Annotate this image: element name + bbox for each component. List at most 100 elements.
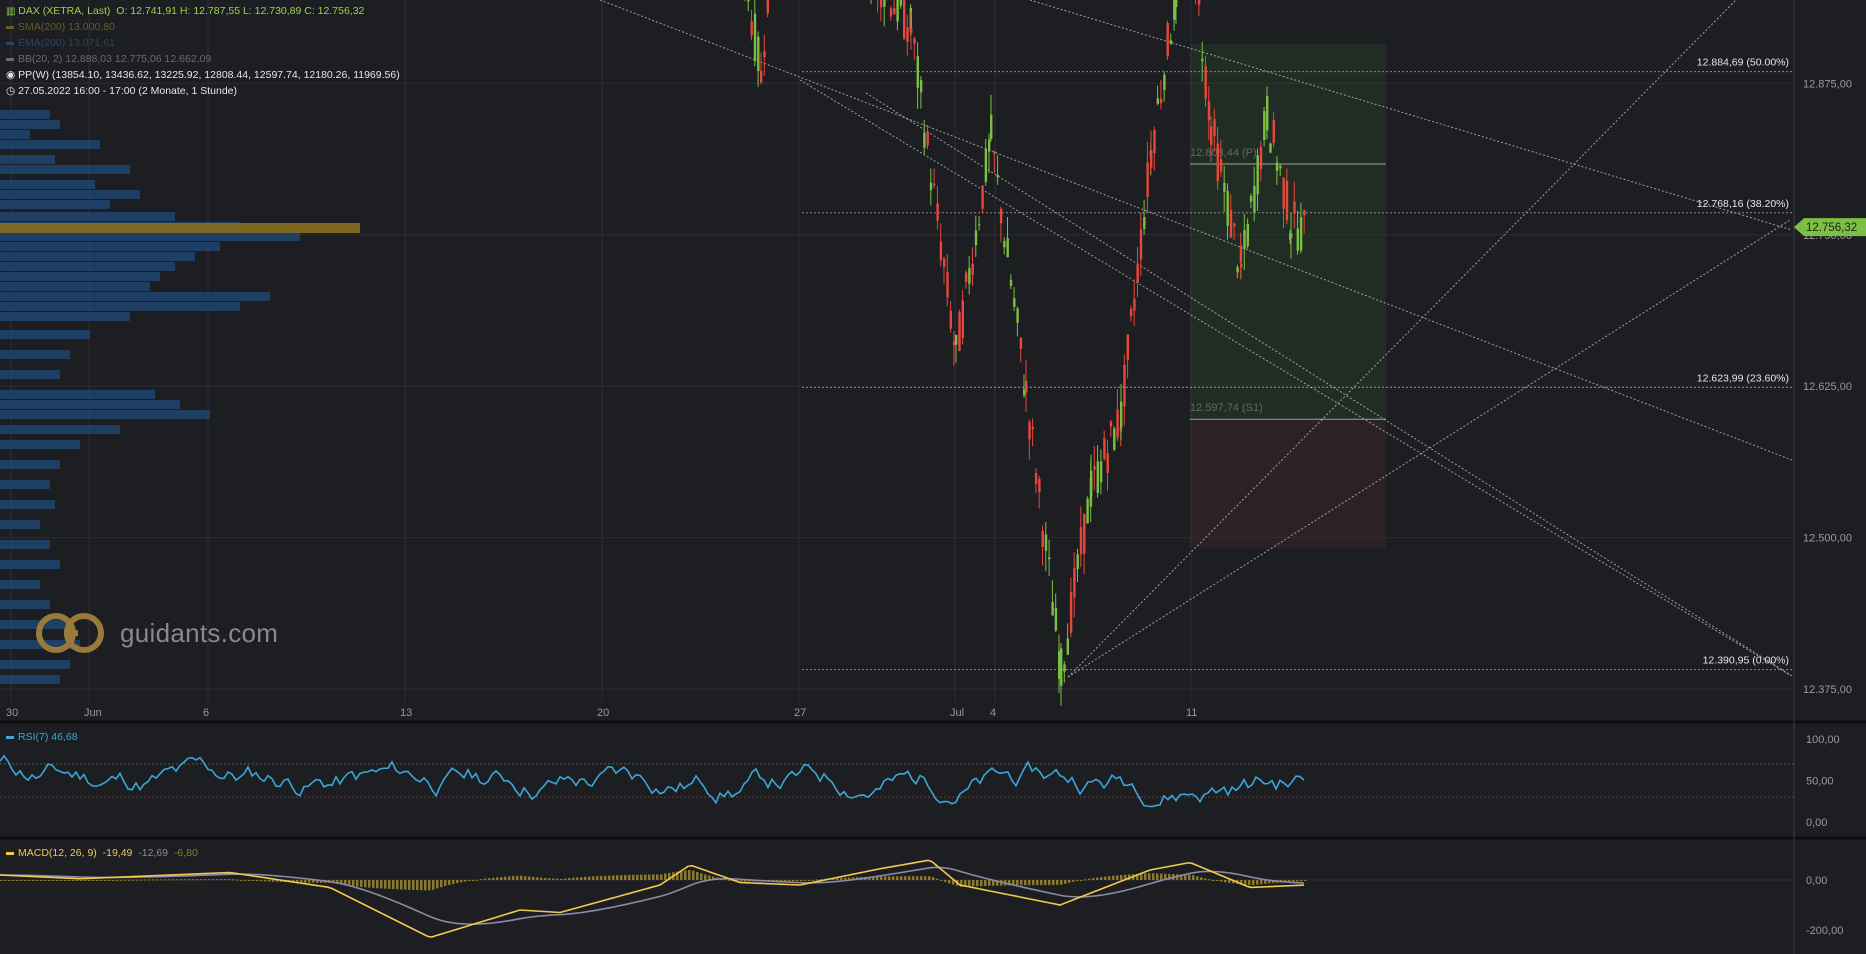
volume-profile-bar [0, 480, 50, 489]
macd-histogram-bar [192, 879, 195, 881]
macd-histogram-bar [808, 880, 811, 881]
macd-histogram-bar [216, 879, 219, 881]
candle [1159, 98, 1163, 104]
candle [1272, 120, 1275, 143]
rsi-legend[interactable]: RSI(7) 46,68 [6, 731, 78, 743]
macd-histogram-bar [436, 880, 439, 889]
candle [946, 272, 949, 298]
chart-background [0, 0, 1866, 954]
macd-histogram-bar [796, 880, 799, 882]
macd-histogram-bar [448, 880, 451, 885]
candle [1113, 428, 1116, 450]
instrument-line: ▥ DAX (XETRA, Last) O: 12.741,91 H: 12.7… [6, 4, 364, 19]
candle [1003, 241, 1006, 248]
macd-histogram-bar [932, 877, 935, 880]
macd-histogram-bar [88, 880, 91, 881]
fibonacci-label: 12.623,99 (23.60%) [1697, 372, 1789, 384]
macd-histogram-bar [480, 879, 483, 881]
macd-histogram-bar [640, 874, 643, 880]
macd-histogram-bar [128, 879, 131, 881]
macd-histogram-bar [304, 880, 307, 883]
volume-profile-bar [0, 330, 90, 339]
macd-histogram-bar [1024, 880, 1027, 886]
macd-histogram-bar [508, 876, 511, 880]
macd-histogram-bar [268, 880, 271, 882]
macd-histogram-bar [196, 879, 199, 881]
macd-hist-value: -6,80 [173, 847, 198, 859]
macd-histogram-bar [1096, 877, 1099, 880]
macd-histogram-bar [1092, 878, 1095, 880]
macd-histogram-bar [700, 873, 703, 880]
macd-histogram-bar [476, 879, 479, 881]
macd-histogram-bar [788, 880, 791, 882]
macd-histogram-bar [1032, 880, 1035, 886]
candle [964, 272, 968, 282]
price-chart[interactable]: 13.500,0013.375,0013.250,0013.125,0013.0… [0, 0, 1866, 954]
macd-histogram-bar [1196, 876, 1199, 880]
macd-histogram-bar [980, 880, 983, 887]
candle [1269, 143, 1272, 153]
macd-histogram-bar [800, 880, 803, 882]
volume-profile-bar [0, 370, 60, 379]
macd-histogram-bar [1076, 880, 1079, 881]
macd-histogram-bar [1300, 880, 1303, 882]
volume-profile-bar [0, 120, 60, 129]
volume-profile-bar [0, 252, 195, 261]
watermark-text: guidants.com [120, 617, 279, 648]
macd-histogram-bar [204, 879, 207, 881]
volume-profile-bar [0, 292, 270, 301]
ema-legend[interactable]: EMA(200) 13.071,61 [6, 36, 115, 50]
macd-histogram-bar [104, 880, 107, 881]
macd-histogram-bar [988, 880, 991, 886]
macd-histogram-bar [560, 878, 563, 880]
x-tick-label: Jun [84, 707, 102, 719]
candle [1016, 308, 1019, 323]
candle [1169, 40, 1173, 44]
candle [766, 0, 769, 14]
candle [1210, 126, 1213, 145]
macd-histogram-bar [400, 880, 403, 890]
candle [1175, 0, 1178, 8]
macd-histogram-bar [200, 879, 203, 881]
macd-legend[interactable]: MACD(12, 26, 9) -19,49 -12,69 -6,80 [6, 847, 198, 859]
candle [1249, 195, 1253, 202]
candle [1266, 95, 1269, 131]
volume-profile-bar [0, 242, 220, 251]
macd-histogram-bar [420, 880, 423, 891]
macd-histogram-bar [504, 876, 507, 880]
candle [1299, 217, 1303, 251]
macd-histogram-bar [60, 880, 63, 881]
macd-histogram-bar [512, 876, 515, 880]
macd-histogram-bar [356, 880, 359, 887]
candle [1069, 592, 1073, 633]
macd-histogram-bar [228, 879, 231, 881]
fibonacci-label: 12.884,69 (50.00%) [1697, 57, 1789, 69]
macd-histogram-bar [1228, 880, 1231, 883]
candle [747, 0, 750, 2]
candle [1096, 461, 1099, 493]
macd-histogram-bar [396, 880, 399, 890]
macd-histogram-bar [928, 876, 931, 880]
macd-histogram-bar [684, 870, 687, 880]
macd-histogram-bar [224, 879, 227, 881]
candle [1044, 534, 1048, 551]
macd-histogram-bar [220, 879, 223, 881]
macd-histogram-bar [1100, 877, 1103, 880]
macd-histogram-bar [232, 879, 235, 881]
candle [889, 8, 893, 17]
volume-profile-bar [0, 560, 60, 569]
bb-legend[interactable]: BB(20, 2) 12.888,03 12.775,06 12.662,09 [6, 52, 211, 66]
macd-histogram-bar [352, 880, 355, 887]
macd-histogram-bar [1256, 880, 1259, 885]
macd-histogram-bar [20, 880, 23, 881]
macd-histogram-bar [1152, 873, 1155, 880]
y-tick-label: 12.625,00 [1803, 381, 1852, 393]
candle [753, 13, 757, 61]
macd-histogram-bar [40, 880, 43, 881]
pp-legend[interactable]: ◉ PP(W) (13854.10, 13436.62, 13225.92, 1… [6, 68, 400, 82]
sma-legend[interactable]: SMA(200) 13.000,80 [6, 20, 115, 34]
candle [1156, 98, 1159, 104]
x-tick-label: 30 [6, 707, 18, 719]
macd-histogram-bar [604, 875, 607, 880]
rsi-tick-label: 50,00 [1806, 776, 1834, 788]
